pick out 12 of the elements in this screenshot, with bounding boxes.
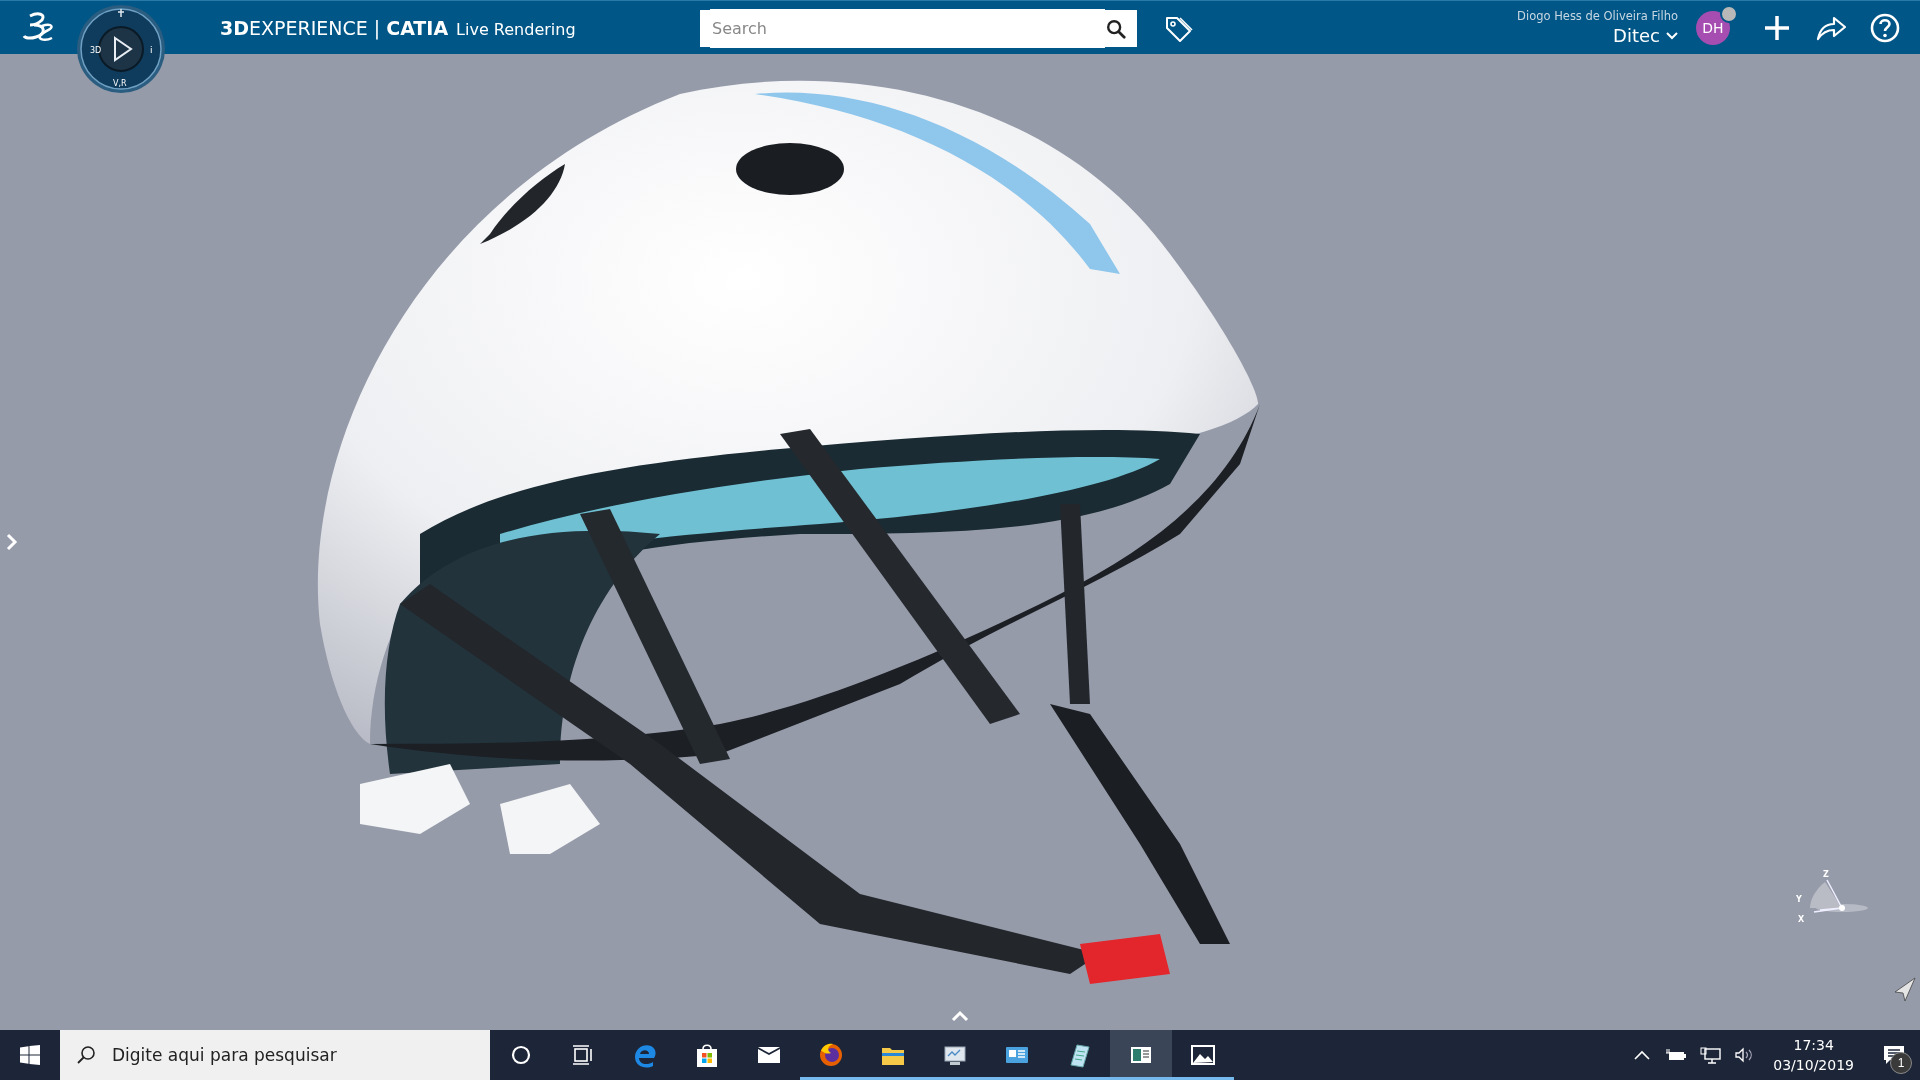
compass-label: i	[150, 45, 153, 55]
tenant-dropdown[interactable]: Ditec	[1613, 25, 1678, 46]
notification-count-badge: 1	[1890, 1052, 1912, 1074]
compass-label: 3D	[90, 46, 102, 55]
taskbar-search-input[interactable]: Digite aqui para pesquisar	[110, 1029, 474, 1080]
taskbar-search-field[interactable]: Digite aqui para pesquisar	[60, 1030, 490, 1080]
compass-label: V,R	[113, 79, 127, 88]
user-avatar[interactable]: DH	[1696, 10, 1730, 45]
user-name: Diogo Hess de Oliveira Filho	[1517, 9, 1678, 23]
clock-button[interactable]: 17:34 03/10/2019	[1773, 1035, 1854, 1075]
app-title: 3DEXPERIENCE | CATIA Live Rendering	[220, 16, 576, 39]
notification-button[interactable]: 1	[1874, 1030, 1914, 1080]
